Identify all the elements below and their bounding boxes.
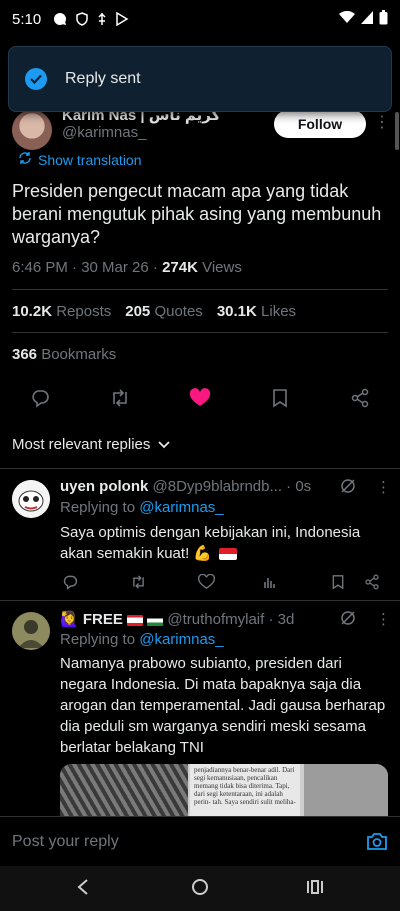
reply-item[interactable]: uyen polonk @8Dyp9blabrndb... · 0s ⋮ Rep…: [0, 478, 400, 598]
lebanon-flag-icon: [127, 614, 144, 626]
repost-icon[interactable]: [128, 572, 148, 592]
recents-icon[interactable]: [306, 878, 324, 901]
grok-icon[interactable]: [340, 478, 356, 499]
reply-icon[interactable]: [28, 386, 52, 410]
reply-actions: [60, 572, 390, 592]
reply-media-image[interactable]: penjadiannya benar-benar adil. Dari segi…: [60, 764, 388, 816]
translate-icon: [18, 151, 32, 168]
chat-icon: [53, 12, 67, 26]
show-translation-link[interactable]: Show translation: [18, 151, 142, 168]
home-icon[interactable]: [191, 878, 209, 901]
translate-label: Show translation: [38, 151, 142, 168]
divider: [12, 289, 388, 290]
tweet-text: Presiden pengecut macam apa yang tidak b…: [12, 181, 382, 247]
reply-author-name[interactable]: uyen polonk: [60, 478, 148, 495]
play-store-icon: [115, 12, 129, 26]
android-navigation-bar: [0, 866, 400, 911]
reply-avatar[interactable]: [12, 612, 50, 650]
likes-stat[interactable]: 30.1K Likes: [217, 303, 296, 320]
reply-header: 🙋‍♀️ FREE @truthofmylaif · 3d: [60, 610, 340, 628]
views-icon[interactable]: [260, 572, 280, 592]
indonesia-flag-icon: [219, 548, 238, 561]
replying-to-link[interactable]: @karimnas_: [139, 631, 223, 648]
views-label: Views: [197, 259, 242, 276]
media-photo-right: [304, 764, 388, 816]
reply-time: · 3d: [264, 611, 295, 628]
replying-to: Replying to @karimnas_: [60, 631, 224, 648]
shield-icon: [75, 12, 89, 26]
reply-text: Namanya prabowo subianto, presiden dari …: [60, 655, 386, 756]
share-icon[interactable]: [348, 386, 372, 410]
quotes-stat[interactable]: 205 Quotes: [125, 303, 203, 320]
reply-author-name[interactable]: FREE: [83, 611, 123, 628]
divider: [12, 332, 388, 333]
status-bar: 5:10: [0, 0, 400, 38]
reply-more-icon[interactable]: ⋮: [376, 610, 391, 628]
status-time: 5:10: [12, 10, 42, 28]
engagement-stats: 10.2K Reposts 205 Quotes 30.1K Likes: [12, 303, 296, 320]
bookmark-icon[interactable]: [268, 386, 292, 410]
reply-text: Saya optimis dengan kebijakan ini, Indon…: [60, 524, 361, 562]
tweet-time: 6:46 PM · 30 Mar 26 ·: [12, 259, 163, 276]
sort-label: Most relevant replies: [12, 436, 151, 453]
like-icon[interactable]: [188, 386, 212, 410]
author-handle[interactable]: @karimnas_: [62, 124, 146, 141]
reply-more-icon[interactable]: ⋮: [376, 478, 391, 496]
grok-icon[interactable]: [340, 610, 356, 631]
bookmarks-stat[interactable]: 366 Bookmarks: [12, 346, 116, 363]
compose-placeholder[interactable]: Post your reply: [12, 833, 119, 851]
follow-button[interactable]: Follow: [274, 110, 366, 138]
views-count: 274K: [162, 259, 198, 276]
woman-raising-hand-emoji: 🙋‍♀️: [60, 611, 79, 628]
scrollbar[interactable]: [395, 112, 399, 150]
repost-icon[interactable]: [108, 386, 132, 410]
media-book-page: penjadiannya benar-benar adil. Dari segi…: [190, 764, 300, 816]
divider: [0, 600, 400, 601]
check-circle-icon: [25, 68, 47, 90]
reply-compose-bar[interactable]: Post your reply: [0, 816, 400, 866]
reply-sent-toast[interactable]: Reply sent: [8, 46, 392, 112]
reply-author-handle[interactable]: @truthofmylaif: [167, 611, 264, 628]
back-icon[interactable]: [76, 878, 90, 901]
palestine-flag-icon: [147, 614, 164, 626]
signal-icon: [361, 10, 373, 28]
reply-icon[interactable]: [60, 572, 80, 592]
reply-time: · 0s: [282, 478, 312, 495]
usb-icon: [97, 12, 107, 26]
more-options-icon[interactable]: ⋮: [374, 112, 390, 132]
battery-icon: [379, 9, 388, 29]
author-row: Karim Nas | كريم ناس @karimnas_ Follow ⋮: [0, 106, 400, 150]
like-icon[interactable]: [196, 572, 216, 592]
divider: [0, 468, 400, 469]
reply-author-handle[interactable]: @8Dyp9blabrndb...: [153, 478, 282, 495]
reposts-stat[interactable]: 10.2K Reposts: [12, 303, 111, 320]
bookmark-icon[interactable]: [328, 572, 348, 592]
chevron-down-icon: [158, 436, 171, 453]
replying-to-link[interactable]: @karimnas_: [139, 499, 223, 516]
replies-sort-dropdown[interactable]: Most relevant replies: [12, 436, 171, 453]
tweet-actions: [0, 386, 400, 414]
reply-avatar[interactable]: [12, 480, 50, 518]
author-avatar[interactable]: [12, 110, 52, 150]
media-photo-left: [60, 764, 188, 816]
share-icon[interactable]: [362, 572, 382, 592]
tweet-meta: 6:46 PM · 30 Mar 26 · 274K Views: [12, 259, 242, 276]
camera-icon[interactable]: [366, 831, 388, 856]
wifi-icon: [339, 10, 355, 28]
replying-to: Replying to @karimnas_: [60, 499, 224, 516]
toast-message: Reply sent: [65, 70, 141, 87]
reply-header: uyen polonk @8Dyp9blabrndb... · 0s: [60, 478, 340, 495]
